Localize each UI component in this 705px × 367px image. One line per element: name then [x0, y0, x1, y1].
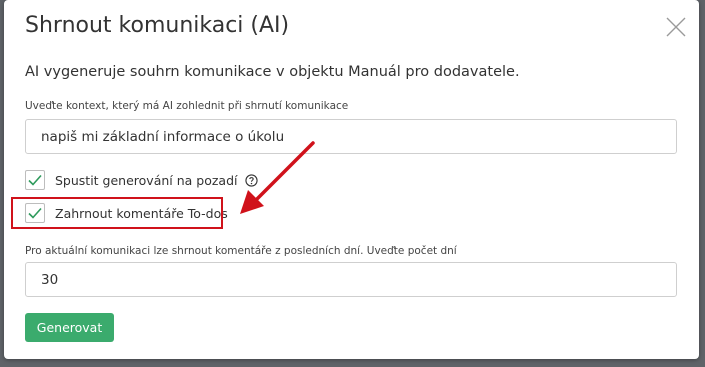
background-checkbox[interactable]	[25, 170, 45, 190]
summarize-dialog: Shrnout komunikaci (AI) AI vygeneruje so…	[4, 0, 699, 359]
background-option-label: Spustit generování na pozadí	[55, 172, 238, 188]
days-field-label: Pro aktuální komunikaci lze shrnout kome…	[25, 245, 457, 257]
days-input[interactable]	[25, 262, 677, 297]
context-field-label: Uveďte kontext, který má AI zohlednit př…	[25, 100, 349, 112]
checkmark-icon	[28, 174, 42, 186]
dialog-description: AI vygeneruje souhrn komunikace v objekt…	[25, 64, 520, 80]
context-input[interactable]	[25, 119, 677, 154]
background-option[interactable]: Spustit generování na pozadí	[25, 169, 258, 191]
dialog-title: Shrnout komunikaci (AI)	[25, 13, 290, 38]
annotation-arrow	[240, 141, 315, 214]
close-button[interactable]	[666, 17, 686, 37]
close-icon	[666, 17, 686, 37]
generate-button[interactable]: Generovat	[25, 313, 114, 342]
annotation-highlight-box	[11, 197, 223, 229]
